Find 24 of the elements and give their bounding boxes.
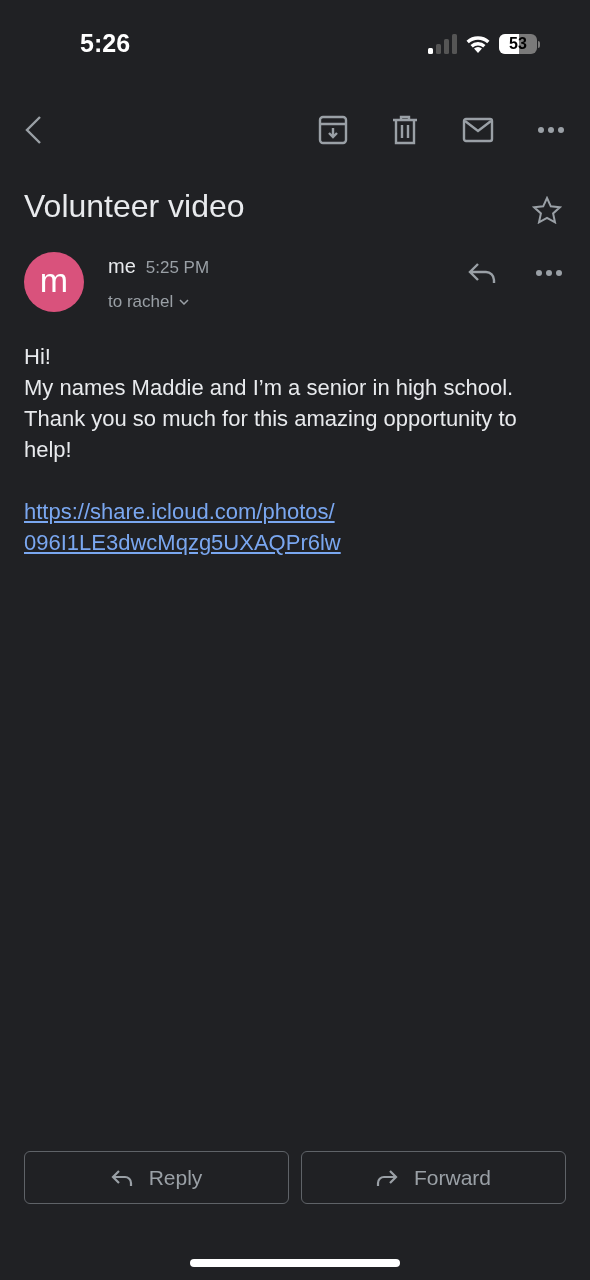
message-text: Hi!: [24, 342, 52, 371]
wifi-icon: [465, 34, 491, 54]
sender-name: me: [108, 254, 136, 279]
trash-icon[interactable]: [392, 115, 418, 145]
sent-time: 5:25 PM: [145, 257, 210, 279]
link[interactable]: https://share.icloud.com/photos/096I1LE3dwcMqzg5UXAQPr6lw: [24, 495, 341, 558]
chevron-down-icon: [179, 298, 190, 305]
more-icon[interactable]: [536, 270, 562, 276]
more-icon[interactable]: [538, 127, 564, 133]
archive-icon[interactable]: [318, 115, 348, 145]
battery-icon: 53: [499, 34, 540, 54]
recipient-toggle[interactable]: to rachel: [108, 289, 468, 315]
reply-button[interactable]: Reply: [24, 1151, 289, 1204]
clock-time: 5:26: [80, 28, 131, 60]
forward-button[interactable]: Forward: [301, 1151, 566, 1204]
star-icon[interactable]: [532, 196, 562, 224]
message-text: My names Maddie and I’m a senior in high school. Thank you so much for this amazing opportunity to help!: [24, 373, 518, 464]
forward-icon: [376, 1168, 398, 1187]
reply-icon: [110, 1168, 133, 1187]
avatar: m: [24, 252, 84, 312]
mail-icon[interactable]: [462, 117, 494, 143]
email-subject: Volunteer video: [24, 187, 245, 226]
signal-icon: [427, 34, 457, 54]
reply-icon[interactable]: [468, 262, 496, 284]
